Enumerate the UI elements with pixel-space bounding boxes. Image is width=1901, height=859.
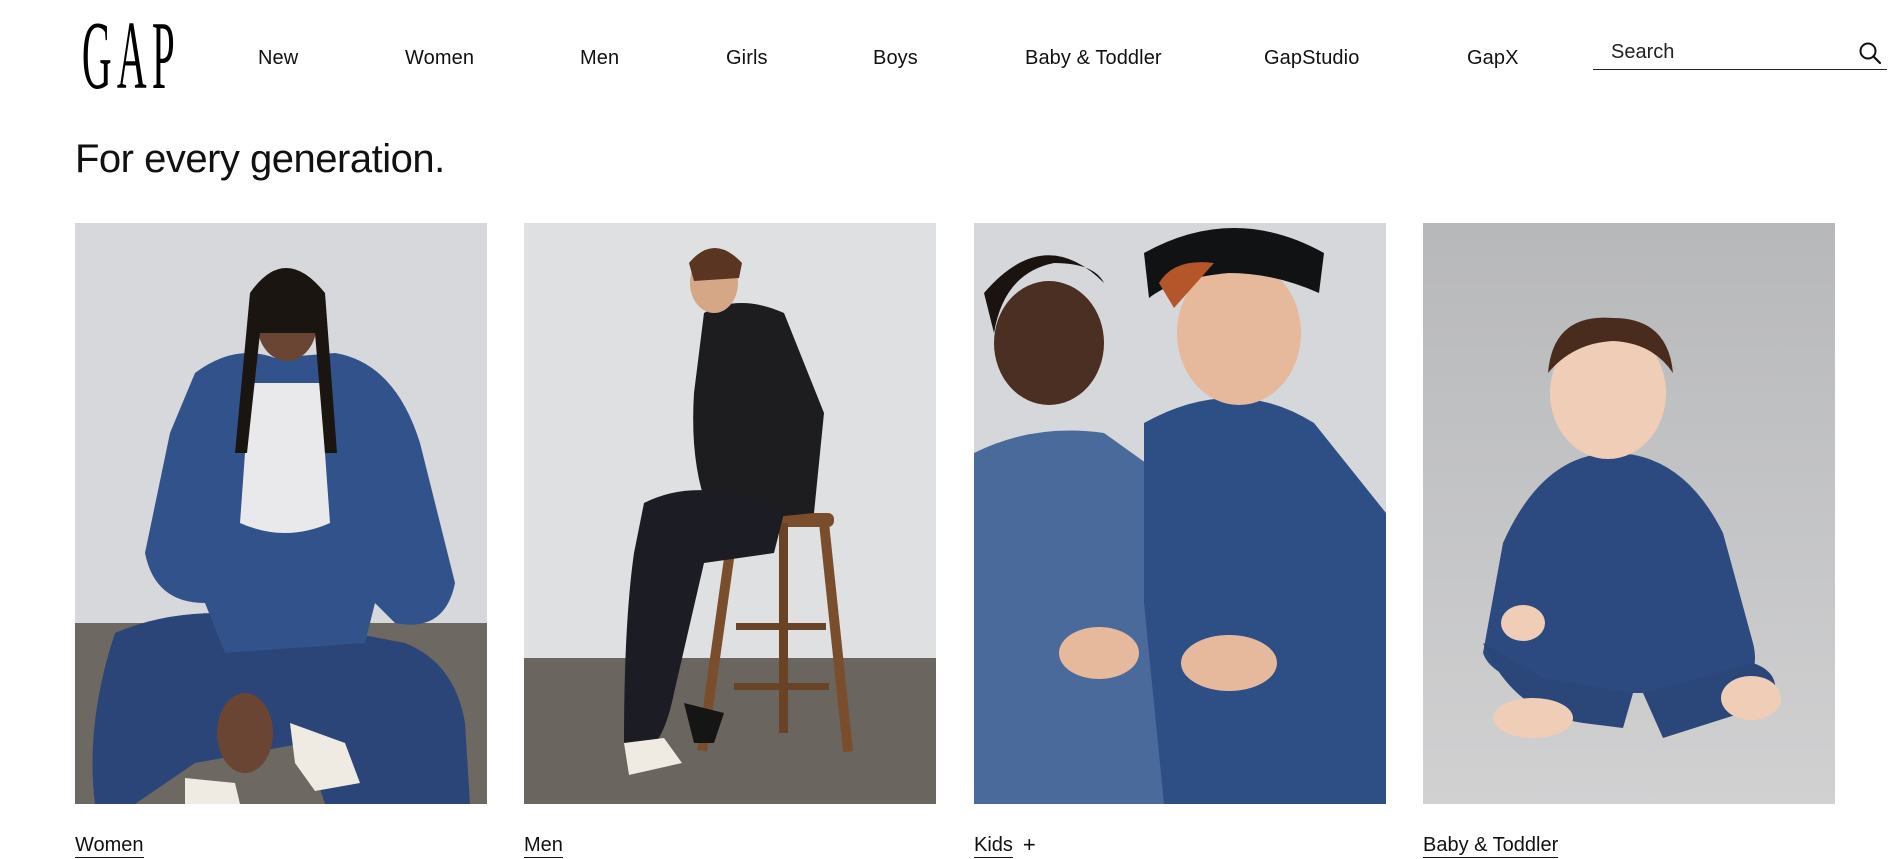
kids-category-image[interactable] xyxy=(974,223,1386,804)
category-link-men[interactable]: Men xyxy=(524,833,563,858)
category-card-men: Men xyxy=(524,223,936,858)
category-link-women[interactable]: Women xyxy=(75,833,144,858)
nav-item-gapstudio[interactable]: GapStudio xyxy=(1264,47,1359,70)
search-input[interactable] xyxy=(1611,39,1851,65)
women-category-image[interactable] xyxy=(75,223,487,804)
nav-item-gapx[interactable]: GapX xyxy=(1467,47,1519,70)
logo-letter-g: G xyxy=(81,2,112,110)
search-icon[interactable] xyxy=(1857,40,1883,66)
men-category-image[interactable] xyxy=(524,223,936,804)
baby-toddler-label-row: Baby & Toddler xyxy=(1423,830,1559,859)
category-card-kids: Kids + xyxy=(974,223,1386,858)
nav-item-baby-toddler[interactable]: Baby & Toddler xyxy=(1025,47,1162,70)
gap-logo[interactable]: G A P xyxy=(72,7,176,105)
site-header: G A P New Women Men Girls Boys Baby & To… xyxy=(0,0,1901,120)
baby-toddler-category-image[interactable] xyxy=(1423,223,1835,804)
category-link-baby-toddler[interactable]: Baby & Toddler xyxy=(1423,833,1559,858)
nav-item-new[interactable]: New xyxy=(258,47,298,70)
logo-letter-a: A xyxy=(116,2,147,110)
search-bar xyxy=(1593,36,1887,70)
category-card-baby-toddler: Baby & Toddler xyxy=(1423,223,1835,858)
nav-item-men[interactable]: Men xyxy=(580,47,619,70)
women-label-row: Women xyxy=(75,830,144,859)
kids-label-row: Kids + xyxy=(974,830,1036,859)
nav-item-boys[interactable]: Boys xyxy=(873,47,918,70)
category-link-kids[interactable]: Kids xyxy=(974,833,1013,858)
logo-letter-p: P xyxy=(151,2,175,110)
nav-item-women[interactable]: Women xyxy=(405,47,474,70)
expand-kids-plus-icon[interactable]: + xyxy=(1023,833,1036,857)
category-card-women: Women xyxy=(75,223,487,858)
men-label-row: Men xyxy=(524,830,563,859)
nav-item-girls[interactable]: Girls xyxy=(726,47,768,70)
page-heading: For every generation. xyxy=(75,137,445,181)
